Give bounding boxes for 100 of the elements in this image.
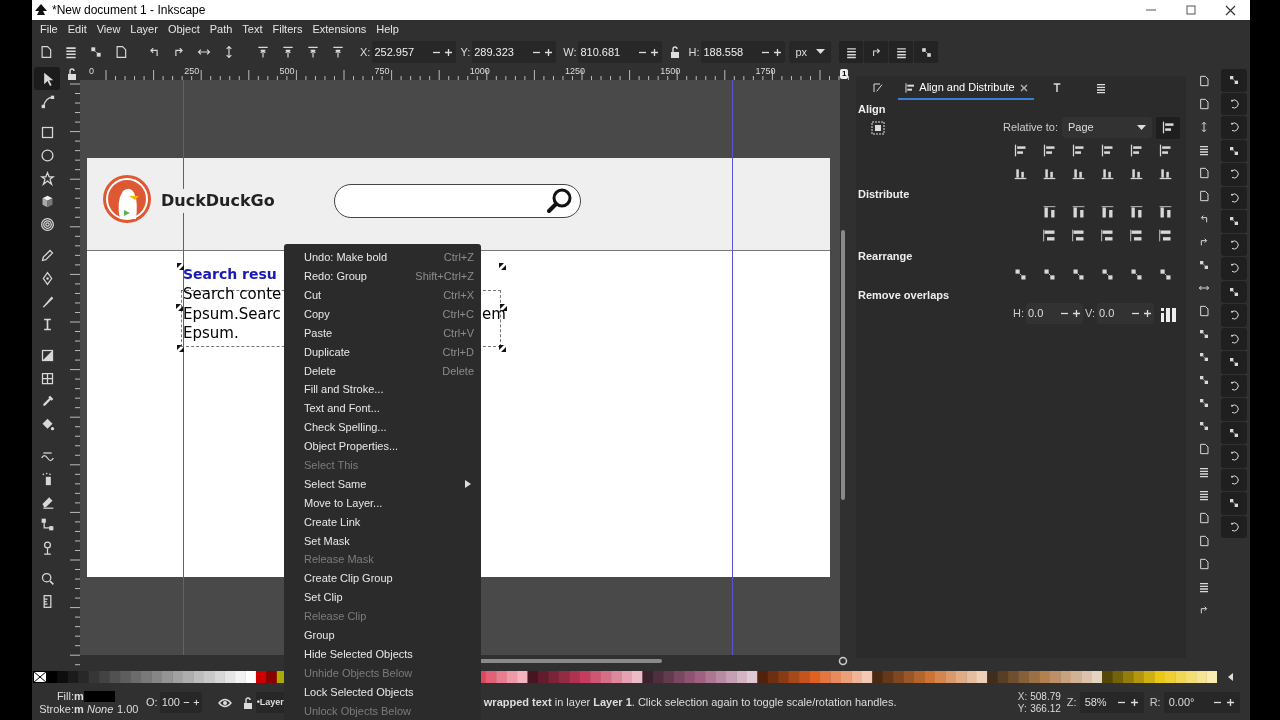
snap-toggle[interactable] <box>1221 210 1247 233</box>
menu-item[interactable]: Text <box>237 20 268 38</box>
nodes-icon[interactable] <box>1071 267 1086 282</box>
resize-handle[interactable] <box>498 344 507 353</box>
align-icon[interactable] <box>1158 143 1173 158</box>
document-icon[interactable] <box>1198 97 1210 110</box>
document-icon[interactable] <box>1198 442 1210 455</box>
snap-toggle[interactable] <box>1221 163 1247 186</box>
number-field[interactable]: 252.957 <box>372 41 457 63</box>
align-icon[interactable] <box>1071 166 1086 181</box>
fill-swatch[interactable] <box>84 690 115 702</box>
no-paint-swatch[interactable] <box>33 670 47 683</box>
plus-icon[interactable] <box>650 47 660 57</box>
document-icon[interactable] <box>1198 189 1210 202</box>
document-icon[interactable] <box>1198 511 1210 524</box>
nodes-icon[interactable] <box>1198 373 1210 386</box>
distribute-icon[interactable] <box>1129 228 1144 243</box>
layers-icon[interactable] <box>1198 143 1210 156</box>
menu-item[interactable]: Set Clip <box>284 588 481 607</box>
raise-icon[interactable] <box>255 45 270 59</box>
resize-handle[interactable] <box>175 303 184 312</box>
document-icon[interactable] <box>1198 534 1210 547</box>
snap-toggle[interactable] <box>1221 515 1247 538</box>
resize-handle[interactable] <box>176 344 185 353</box>
menu-item[interactable]: Edit <box>62 20 92 38</box>
search-field[interactable] <box>334 184 581 218</box>
align-icon[interactable] <box>1100 143 1115 158</box>
menu-item[interactable]: Undo: Make bold Ctrl+Z <box>284 248 481 267</box>
snap-toggle[interactable] <box>1221 398 1247 421</box>
layers-icon[interactable] <box>63 45 78 59</box>
plus-icon[interactable] <box>1143 309 1152 318</box>
menu-item[interactable]: Object <box>162 20 205 38</box>
align-icon[interactable] <box>1071 143 1086 158</box>
plus-icon[interactable] <box>1225 698 1235 707</box>
layer-dropdown[interactable]: •Layer <box>255 692 284 713</box>
menu-item[interactable]: Set Mask <box>284 531 481 551</box>
align-icon[interactable] <box>1158 166 1173 181</box>
plus-icon[interactable] <box>192 698 200 707</box>
lock-icon[interactable] <box>66 68 78 80</box>
nodes-icon[interactable] <box>1198 327 1210 340</box>
lock-icon[interactable] <box>241 696 254 709</box>
nodes-icon[interactable] <box>1198 258 1210 271</box>
rotation-field[interactable]: 0.00° <box>1163 692 1240 713</box>
nodes-icon[interactable] <box>1129 267 1144 282</box>
eye-icon[interactable] <box>217 696 232 709</box>
resize-handle[interactable] <box>498 262 507 271</box>
menu-item[interactable]: Paste Ctrl+V <box>284 323 481 343</box>
relative-to-dropdown[interactable]: Page <box>1062 117 1152 138</box>
snap-toggle[interactable] <box>1221 351 1247 374</box>
align-icon[interactable] <box>1042 166 1057 181</box>
menu-item[interactable]: Cut Ctrl+X <box>284 285 481 305</box>
distribute-icon[interactable] <box>1158 205 1173 220</box>
plus-icon[interactable] <box>1072 309 1081 318</box>
close-icon[interactable] <box>1019 83 1028 92</box>
nodes-icon[interactable] <box>1198 419 1210 432</box>
menu-item[interactable]: Layer <box>125 20 163 38</box>
layers-icon[interactable] <box>844 45 858 59</box>
menu-item[interactable]: Extensions <box>307 20 372 38</box>
document-icon[interactable] <box>1198 74 1210 87</box>
snap-toggle[interactable] <box>1221 445 1247 468</box>
number-field[interactable]: 0.0 <box>1026 303 1083 324</box>
menu-item[interactable]: Lock Selected Objects <box>284 682 481 702</box>
menu-item[interactable]: Object Properties... <box>284 436 481 456</box>
number-field[interactable]: 188.558 <box>701 41 786 63</box>
plus-icon[interactable] <box>444 47 454 57</box>
toggle-button[interactable] <box>1156 116 1180 139</box>
scroll-arrow-icon[interactable] <box>1227 671 1235 682</box>
distribute-icon[interactable] <box>1071 205 1086 220</box>
align-icon[interactable] <box>1013 143 1028 158</box>
nodes-icon[interactable] <box>1100 267 1115 282</box>
snap-toggle[interactable] <box>1221 116 1247 139</box>
number-field[interactable]: 289.323 <box>472 41 557 63</box>
snap-toggle[interactable] <box>1221 374 1247 397</box>
snap-toggle[interactable] <box>1221 304 1247 327</box>
number-field[interactable]: 0.0 <box>1097 303 1154 324</box>
menu-item[interactable]: Move to Layer... <box>284 493 481 513</box>
menu-item[interactable]: Hide Selected Objects <box>284 644 481 664</box>
align-icon[interactable] <box>1042 143 1057 158</box>
snap-toggle[interactable] <box>1221 139 1247 162</box>
menu-item[interactable]: View <box>91 20 126 38</box>
nodes-icon[interactable] <box>919 45 933 59</box>
scrollbar[interactable] <box>841 230 845 500</box>
document-icon[interactable] <box>113 45 128 59</box>
snap-toggle[interactable] <box>1221 280 1247 303</box>
lock-icon[interactable] <box>669 46 682 58</box>
layers-icon[interactable] <box>1198 580 1210 593</box>
document-icon[interactable] <box>1198 166 1210 179</box>
snap-toggle[interactable] <box>1221 257 1247 280</box>
distribute-icon[interactable] <box>1071 228 1086 243</box>
distribute-icon[interactable] <box>1129 205 1144 220</box>
snap-toggle[interactable] <box>1221 92 1247 115</box>
raise-icon[interactable] <box>330 45 345 59</box>
distribute-icon[interactable] <box>1158 228 1173 243</box>
layers-icon[interactable] <box>1198 488 1210 501</box>
zoom-field[interactable]: 58% <box>1079 692 1144 713</box>
unit-dropdown[interactable]: px <box>789 41 832 63</box>
nodes-icon[interactable] <box>1042 267 1057 282</box>
distribute-icon[interactable] <box>1042 228 1057 243</box>
bars-icon[interactable] <box>1160 305 1176 322</box>
distribute-icon[interactable] <box>1100 228 1115 243</box>
